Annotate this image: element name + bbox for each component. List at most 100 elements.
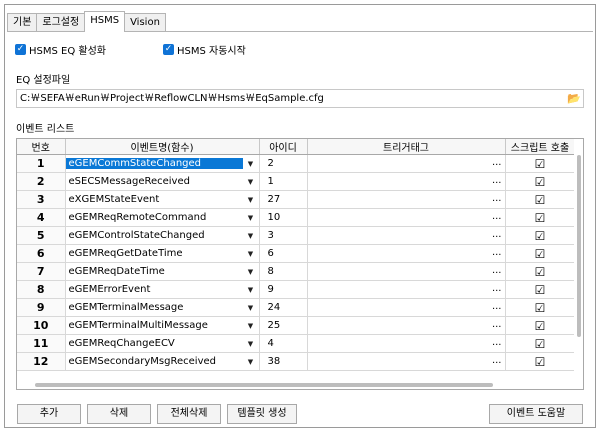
tab-hsms[interactable]: HSMS (84, 11, 126, 32)
script-call-checkbox[interactable]: ☑ (505, 298, 576, 317)
event-id-cell[interactable]: 4 (259, 334, 308, 353)
ellipsis-button[interactable]: ... (492, 211, 502, 222)
ellipsis-button[interactable]: ... (492, 229, 502, 240)
event-id-cell[interactable]: 10 (259, 208, 308, 227)
tab-basic[interactable]: 기본 (7, 13, 38, 31)
script-call-checkbox[interactable]: ☑ (505, 172, 576, 191)
event-help-button[interactable]: 이벤트 도움말 (489, 404, 583, 424)
trigger-tag-cell[interactable]: ... (307, 316, 506, 335)
table-row[interactable]: 5 eGEMControlStateChanged ▼ 3... ☑ (17, 226, 576, 245)
script-call-checkbox[interactable]: ☑ (505, 208, 576, 227)
event-name-dropdown[interactable]: eGEMControlStateChanged ▼ (65, 226, 260, 245)
event-name-dropdown[interactable]: eGEMReqRemoteCommand ▼ (65, 208, 260, 227)
column-header-event-name[interactable]: 이벤트명(함수) (65, 139, 260, 155)
event-name-dropdown[interactable]: eGEMReqChangeECV ▼ (65, 334, 260, 353)
hsms-eq-enable-checkbox[interactable]: ✓ HSMS EQ 활성화 (15, 42, 106, 57)
table-row[interactable]: 10 eGEMTerminalMultiMessage ▼ 25... ☑ (17, 316, 576, 335)
script-call-checkbox[interactable]: ☑ (505, 352, 576, 371)
script-call-checkbox[interactable]: ☑ (505, 190, 576, 209)
ellipsis-button[interactable]: ... (492, 193, 502, 204)
table-row[interactable]: 8 eGEMErrorEvent ▼ 9... ☑ (17, 280, 576, 299)
dropdown-arrow-icon[interactable]: ▼ (243, 214, 259, 222)
trigger-tag-cell[interactable]: ... (307, 190, 506, 209)
trigger-tag-cell[interactable]: ... (307, 280, 506, 299)
ellipsis-button[interactable]: ... (492, 247, 502, 258)
event-name-dropdown[interactable]: eXGEMStateEvent ▼ (65, 190, 260, 209)
column-header-number[interactable]: 번호 (17, 139, 66, 155)
dropdown-arrow-icon[interactable]: ▼ (243, 268, 259, 276)
dropdown-arrow-icon[interactable]: ▼ (243, 358, 259, 366)
event-id-cell[interactable]: 9 (259, 280, 308, 299)
event-list-grid[interactable]: 번호 이벤트명(함수) 아이디 트리거태그 스크립트 호출 1 eGEMCommS… (16, 138, 584, 390)
ellipsis-button[interactable]: ... (492, 301, 502, 312)
script-call-checkbox[interactable]: ☑ (505, 316, 576, 335)
script-call-checkbox[interactable]: ☑ (505, 244, 576, 263)
ellipsis-button[interactable]: ... (492, 319, 502, 330)
eq-config-path-field[interactable]: C:￦SEFA￦eRun￦Project￦ReflowCLN￦Hsms￦EqSa… (16, 89, 584, 108)
dropdown-arrow-icon[interactable]: ▼ (243, 250, 259, 258)
event-name-dropdown[interactable]: eGEMReqGetDateTime ▼ (65, 244, 260, 263)
dropdown-arrow-icon[interactable]: ▼ (243, 304, 259, 312)
event-name-dropdown[interactable]: eSECSMessageReceived ▼ (65, 172, 260, 191)
dropdown-arrow-icon[interactable]: ▼ (243, 232, 259, 240)
trigger-tag-cell[interactable]: ... (307, 154, 506, 173)
tab-log-settings[interactable]: 로그설정 (36, 13, 86, 31)
ellipsis-button[interactable]: ... (492, 265, 502, 276)
add-button[interactable]: 추가 (17, 404, 81, 424)
event-id-cell[interactable]: 3 (259, 226, 308, 245)
dropdown-arrow-icon[interactable]: ▼ (243, 322, 259, 330)
tab-vision[interactable]: Vision (124, 13, 166, 31)
trigger-tag-cell[interactable]: ... (307, 298, 506, 317)
table-row[interactable]: 7 eGEMReqDateTime ▼ 8... ☑ (17, 262, 576, 281)
ellipsis-button[interactable]: ... (492, 283, 502, 294)
ellipsis-button[interactable]: ... (492, 175, 502, 186)
event-name-dropdown[interactable]: eGEMReqDateTime ▼ (65, 262, 260, 281)
table-row[interactable]: 2 eSECSMessageReceived ▼ 1... ☑ (17, 172, 576, 191)
folder-open-icon[interactable]: 📂 (566, 91, 582, 106)
dropdown-arrow-icon[interactable]: ▼ (243, 340, 259, 348)
script-call-checkbox[interactable]: ☑ (505, 226, 576, 245)
script-call-checkbox[interactable]: ☑ (505, 280, 576, 299)
horizontal-scroll-thumb[interactable] (35, 383, 493, 387)
trigger-tag-cell[interactable]: ... (307, 244, 506, 263)
column-header-id[interactable]: 아이디 (259, 139, 308, 155)
table-row[interactable]: 4 eGEMReqRemoteCommand ▼ 10... ☑ (17, 208, 576, 227)
dropdown-arrow-icon[interactable]: ▼ (243, 196, 259, 204)
delete-all-button[interactable]: 전체삭제 (157, 404, 221, 424)
event-id-cell[interactable]: 1 (259, 172, 308, 191)
table-row[interactable]: 1 eGEMCommStateChanged ▼ 2... ☑ (17, 154, 576, 173)
vertical-scrollbar[interactable] (574, 139, 583, 389)
script-call-checkbox[interactable]: ☑ (505, 334, 576, 353)
event-name-dropdown[interactable]: eGEMTerminalMessage ▼ (65, 298, 260, 317)
table-row[interactable]: 9 eGEMTerminalMessage ▼ 24... ☑ (17, 298, 576, 317)
event-id-cell[interactable]: 2 (259, 154, 308, 173)
event-id-cell[interactable]: 38 (259, 352, 308, 371)
script-call-checkbox[interactable]: ☑ (505, 262, 576, 281)
ellipsis-button[interactable]: ... (492, 355, 502, 366)
table-row[interactable]: 3 eXGEMStateEvent ▼ 27... ☑ (17, 190, 576, 209)
create-template-button[interactable]: 템플릿 생성 (227, 404, 297, 424)
hsms-auto-start-checkbox[interactable]: ✓ HSMS 자동시작 (163, 42, 246, 57)
event-id-cell[interactable]: 25 (259, 316, 308, 335)
table-row[interactable]: 6 eGEMReqGetDateTime ▼ 6... ☑ (17, 244, 576, 263)
script-call-checkbox[interactable]: ☑ (505, 154, 576, 173)
vertical-scroll-thumb[interactable] (577, 155, 581, 337)
ellipsis-button[interactable]: ... (492, 157, 502, 168)
event-id-cell[interactable]: 27 (259, 190, 308, 209)
event-id-cell[interactable]: 24 (259, 298, 308, 317)
table-row[interactable]: 11 eGEMReqChangeECV ▼ 4... ☑ (17, 334, 576, 353)
dropdown-arrow-icon[interactable]: ▼ (243, 286, 259, 294)
event-name-dropdown[interactable]: eGEMTerminalMultiMessage ▼ (65, 316, 260, 335)
trigger-tag-cell[interactable]: ... (307, 226, 506, 245)
trigger-tag-cell[interactable]: ... (307, 352, 506, 371)
horizontal-scrollbar[interactable] (17, 380, 574, 389)
event-name-dropdown[interactable]: eGEMCommStateChanged ▼ (65, 154, 260, 173)
column-header-trigger-tag[interactable]: 트리거태그 (307, 139, 506, 155)
event-id-cell[interactable]: 6 (259, 244, 308, 263)
event-id-cell[interactable]: 8 (259, 262, 308, 281)
trigger-tag-cell[interactable]: ... (307, 172, 506, 191)
ellipsis-button[interactable]: ... (492, 337, 502, 348)
event-name-dropdown[interactable]: eGEMSecondaryMsgReceived ▼ (65, 352, 260, 371)
dropdown-arrow-icon[interactable]: ▼ (243, 178, 259, 186)
trigger-tag-cell[interactable]: ... (307, 262, 506, 281)
